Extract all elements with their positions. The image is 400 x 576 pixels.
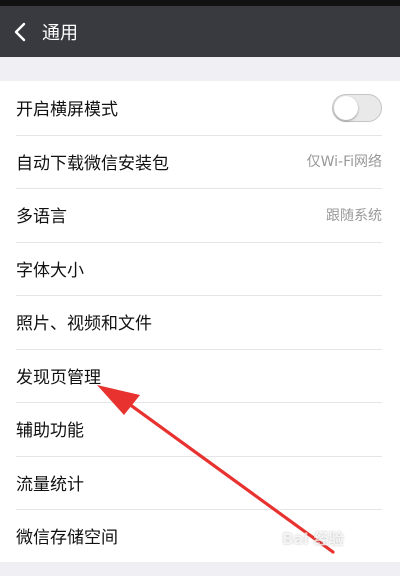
app-header: 通用 xyxy=(0,6,400,57)
settings-item-auto-download[interactable]: 自动下载微信安装包 仅Wi-Fi网络 xyxy=(0,134,400,189)
settings-item-label: 辅助功能 xyxy=(16,421,84,442)
settings-item-accessibility[interactable]: 辅助功能 xyxy=(0,402,400,456)
settings-item-landscape-mode[interactable]: 开启横屏模式 xyxy=(0,81,400,135)
settings-list: 开启横屏模式 自动下载微信安装包 仅Wi-Fi网络 多语言 跟随系统 字体大小 … xyxy=(0,81,400,563)
settings-item-media-files[interactable]: 照片、视频和文件 xyxy=(0,295,400,349)
back-button[interactable] xyxy=(0,6,40,57)
settings-item-label: 微信存储空间 xyxy=(16,528,118,549)
settings-item-font-size[interactable]: 字体大小 xyxy=(0,241,400,296)
landscape-mode-toggle[interactable] xyxy=(332,93,382,122)
settings-item-value: 跟随系统 xyxy=(326,207,382,224)
settings-item-label: 字体大小 xyxy=(16,260,84,281)
settings-item-label: 流量统计 xyxy=(16,474,84,495)
settings-item-label: 自动下载微信安装包 xyxy=(16,153,169,174)
settings-item-discover-management[interactable]: 发现页管理 xyxy=(0,348,400,403)
settings-item-label: 开启横屏模式 xyxy=(16,100,118,121)
bottom-gap xyxy=(0,562,400,576)
chevron-left-icon xyxy=(14,22,26,41)
page-title: 通用 xyxy=(42,22,78,44)
settings-item-data-usage[interactable]: 流量统计 xyxy=(0,455,400,510)
settings-item-storage[interactable]: 微信存储空间 xyxy=(0,509,400,563)
settings-item-label: 多语言 xyxy=(16,207,67,228)
settings-item-label: 照片、视频和文件 xyxy=(16,314,152,335)
settings-item-value: 仅Wi-Fi网络 xyxy=(306,154,382,171)
settings-item-label: 发现页管理 xyxy=(16,367,101,388)
section-gap xyxy=(0,57,400,81)
toggle-knob xyxy=(334,95,358,120)
settings-item-language[interactable]: 多语言 跟随系统 xyxy=(0,188,400,242)
